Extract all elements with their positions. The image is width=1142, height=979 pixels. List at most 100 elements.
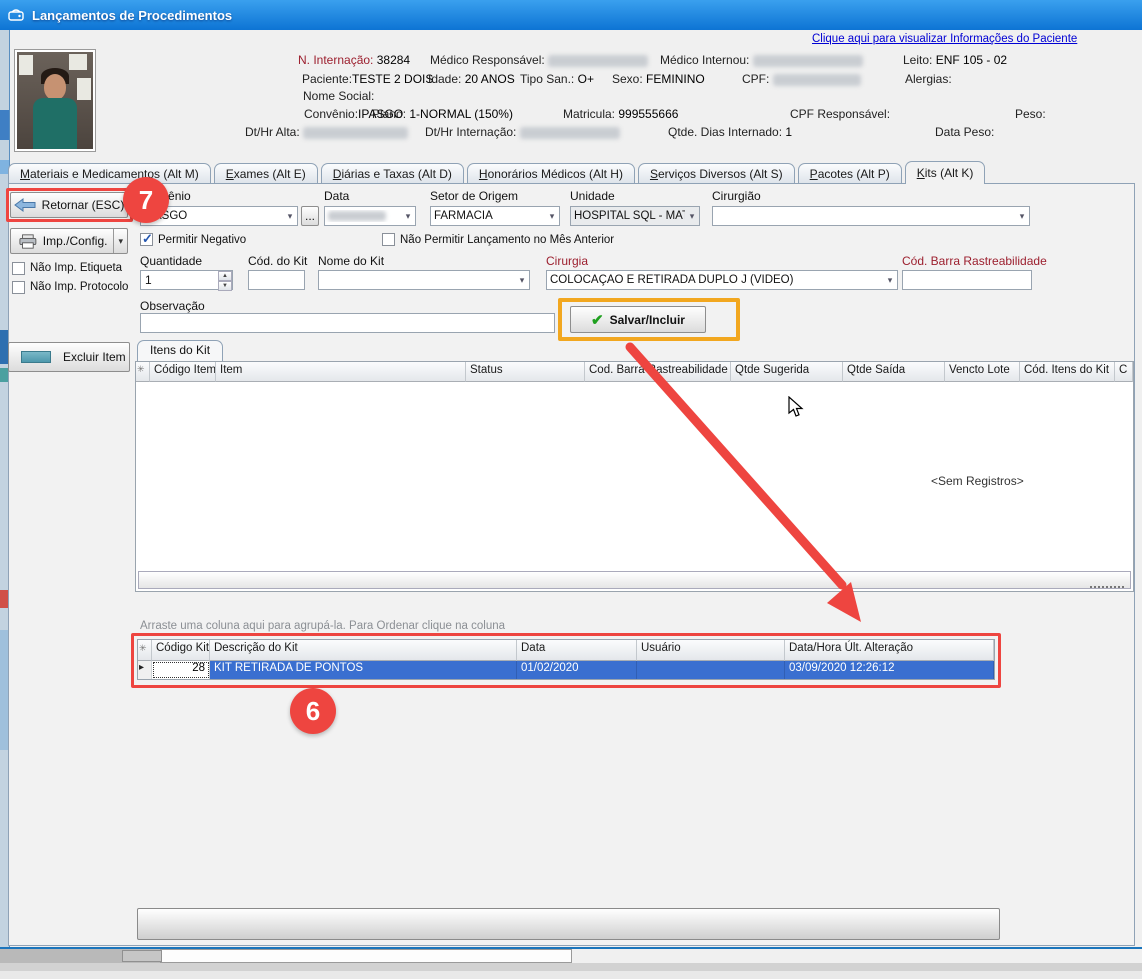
tab-honorarios-medicos[interactable]: Honorários Médicos (Alt H): [467, 163, 635, 184]
chevron-down-icon[interactable]: ▾: [401, 211, 415, 222]
patient-info-link[interactable]: Clique aqui para visualizar Informações …: [812, 33, 1077, 45]
nao-imp-etiqueta-checkbox[interactable]: [12, 262, 25, 275]
field-peso: Peso:: [1015, 107, 1046, 121]
column-header-descricao-kit[interactable]: Descrição do Kit: [210, 640, 517, 661]
cell-data[interactable]: 01/02/2020: [517, 661, 637, 679]
app-phone-icon: [8, 7, 24, 23]
quantidade-stepper[interactable]: 1 ▲▼: [140, 270, 233, 290]
chevron-down-icon[interactable]: ▾: [883, 275, 897, 286]
patient-photo: [14, 49, 96, 152]
tab-strip: Materiais e Medicamentos (Alt M) Exames …: [8, 161, 1135, 184]
bottom-scrollbar-track[interactable]: [160, 949, 572, 963]
group-by-hint: Arraste uma coluna aqui para agrupá-la. …: [140, 620, 505, 632]
column-header-item[interactable]: Item: [216, 362, 466, 382]
tab-pacotes[interactable]: Pacotes (Alt P): [798, 163, 902, 184]
column-header-codigo-kits[interactable]: Código Kits: [152, 640, 210, 661]
splitter-grip[interactable]: [1090, 586, 1124, 588]
taskbar-strip: [0, 963, 1142, 971]
nao-imp-protocolo-label: Não Imp. Protocolo: [30, 281, 128, 293]
data-label: Data: [324, 189, 349, 203]
tab-exames[interactable]: Exames (Alt E): [214, 163, 318, 184]
chevron-down-icon[interactable]: ▾: [283, 211, 297, 222]
select-all-cell[interactable]: ✳: [136, 362, 150, 382]
field-cpf-responsavel: CPF Responsável:: [790, 107, 890, 121]
salvar-incluir-button[interactable]: ✔ Salvar/Incluir: [570, 306, 706, 333]
printer-icon: [19, 233, 37, 250]
spin-down-icon[interactable]: ▼: [218, 281, 232, 291]
field-paciente: Paciente:TESTE 2 DOIS: [302, 72, 433, 86]
excluir-item-icon: [21, 351, 51, 363]
column-header-usuario[interactable]: Usuário: [637, 640, 785, 661]
column-header-qtde-sugerida[interactable]: Qtde Sugerida: [731, 362, 843, 382]
nao-permitir-mes-anterior-checkbox[interactable]: [382, 233, 395, 246]
setor-origem-combo[interactable]: FARMÁCIA▾: [430, 206, 560, 226]
itens-grid-header: ✳ Código Item Item Status Cod. Barra Ras…: [136, 362, 1133, 382]
nao-permitir-mes-anterior-label: Não Permitir Lançamento no Mês Anterior: [400, 234, 614, 246]
cell-usuario[interactable]: [637, 661, 785, 679]
field-plano: Plano: 1-NORMAL (150%): [372, 107, 513, 121]
column-header-cod-itens-kit[interactable]: Cód. Itens do Kit: [1020, 362, 1115, 382]
cirurgiao-label: Cirurgião: [712, 189, 761, 203]
tab-itens-do-kit[interactable]: Itens do Kit: [137, 340, 223, 361]
column-header-data[interactable]: Data: [517, 640, 637, 661]
kits-grid: ✳ Código Kits Descrição do Kit Data Usuá…: [137, 639, 995, 680]
chevron-down-icon[interactable]: ▾: [545, 211, 559, 222]
chevron-down-icon[interactable]: ▾: [685, 211, 699, 222]
chevron-down-icon[interactable]: ▾: [515, 275, 529, 286]
permitir-negativo-checkbox[interactable]: [140, 233, 153, 246]
itens-do-kit-grid: ✳ Código Item Item Status Cod. Barra Ras…: [135, 361, 1134, 592]
chevron-down-icon: ▾: [118, 236, 123, 247]
select-all-cell[interactable]: ✳: [138, 640, 152, 661]
window-title: Lançamentos de Procedimentos: [32, 8, 232, 23]
column-header-cut[interactable]: C: [1115, 362, 1133, 382]
nome-do-kit-combo[interactable]: ▾: [318, 270, 530, 290]
field-data-peso: Data Peso:: [935, 125, 994, 139]
spin-up-icon[interactable]: ▲: [218, 271, 232, 281]
tab-servicos-diversos[interactable]: Serviços Diversos (Alt S): [638, 163, 795, 184]
convenio-ellipsis-button[interactable]: ...: [301, 206, 319, 226]
chevron-down-icon[interactable]: ▾: [1015, 211, 1029, 222]
field-dt-hr-alta: Dt/Hr Alta:: [245, 125, 408, 139]
unidade-combo[interactable]: HOSPITAL SQL - MATR▾: [570, 206, 700, 226]
kits-grid-header: ✳ Código Kits Descrição do Kit Data Usuá…: [138, 640, 994, 661]
cod-barra-rastreabilidade-label: Cód. Barra Rastreabilidade: [902, 254, 1047, 268]
bottom-scrollbar-thumb[interactable]: [122, 950, 162, 962]
column-header-data-hora-alteracao[interactable]: Data/Hora Últ. Alteração: [785, 640, 994, 661]
imp-config-button[interactable]: Imp./Config. ▾: [10, 228, 128, 254]
cirurgia-combo[interactable]: COLOCAÇÃO E RETIRADA DUPLO J (VÍDEO)▾: [546, 270, 898, 290]
column-header-codigo-item[interactable]: Código Item: [150, 362, 216, 382]
column-header-vencto-lote[interactable]: Vencto Lote: [945, 362, 1020, 382]
data-combo[interactable]: ▾: [324, 206, 416, 226]
kits-grid-row-selected[interactable]: ▸ 28 KIT RETIRADA DE PONTOS 01/02/2020 0…: [138, 661, 994, 679]
cod-do-kit-input[interactable]: [248, 270, 305, 290]
cirurgia-label: Cirurgia: [546, 254, 588, 268]
cell-codigo-kits[interactable]: 28: [152, 661, 210, 679]
field-leito: Leito: ENF 105 - 02: [903, 53, 1007, 67]
cod-barra-rastreabilidade-input[interactable]: [902, 270, 1032, 290]
permitir-negativo-label: Permitir Negativo: [158, 234, 246, 246]
field-medico-internou: Médico Internou:: [660, 53, 863, 67]
tab-diarias-taxas[interactable]: Diárias e Taxas (Alt D): [321, 163, 464, 184]
cirurgiao-combo[interactable]: ▾: [712, 206, 1030, 226]
setor-origem-label: Setor de Origem: [430, 189, 518, 203]
field-tipo-san: Tipo San.: O+: [520, 72, 594, 86]
field-medico-responsavel: Médico Responsável:: [430, 53, 648, 67]
column-header-status[interactable]: Status: [466, 362, 585, 382]
tab-kits[interactable]: Kits (Alt K): [905, 161, 986, 184]
field-sexo: Sexo: FEMININO: [612, 72, 705, 86]
title-bar[interactable]: Lançamentos de Procedimentos: [0, 0, 1142, 30]
excluir-item-button[interactable]: Excluir Item: [8, 342, 130, 372]
tab-materiais-medicamentos[interactable]: Materiais e Medicamentos (Alt M): [8, 163, 211, 184]
column-header-qtde-saida[interactable]: Qtde Saída: [843, 362, 945, 382]
imp-config-dropdown[interactable]: ▾: [113, 229, 127, 253]
cell-descricao-kit[interactable]: KIT RETIRADA DE PONTOS: [210, 661, 517, 679]
cell-data-hora-alteracao[interactable]: 03/09/2020 12:26:12: [785, 661, 994, 679]
itens-grid-hscrollbar[interactable]: [138, 571, 1131, 589]
nao-imp-protocolo-checkbox[interactable]: [12, 281, 25, 294]
observacao-input[interactable]: [140, 313, 555, 333]
annotation-badge-6: 6: [290, 688, 336, 734]
redacted-cpf: [773, 74, 861, 86]
nao-imp-etiqueta-label: Não Imp. Etiqueta: [30, 262, 122, 274]
column-header-cod-barra[interactable]: Cod. Barra Rastreabilidade: [585, 362, 731, 382]
retornar-button[interactable]: Retornar (ESC): [10, 192, 128, 218]
